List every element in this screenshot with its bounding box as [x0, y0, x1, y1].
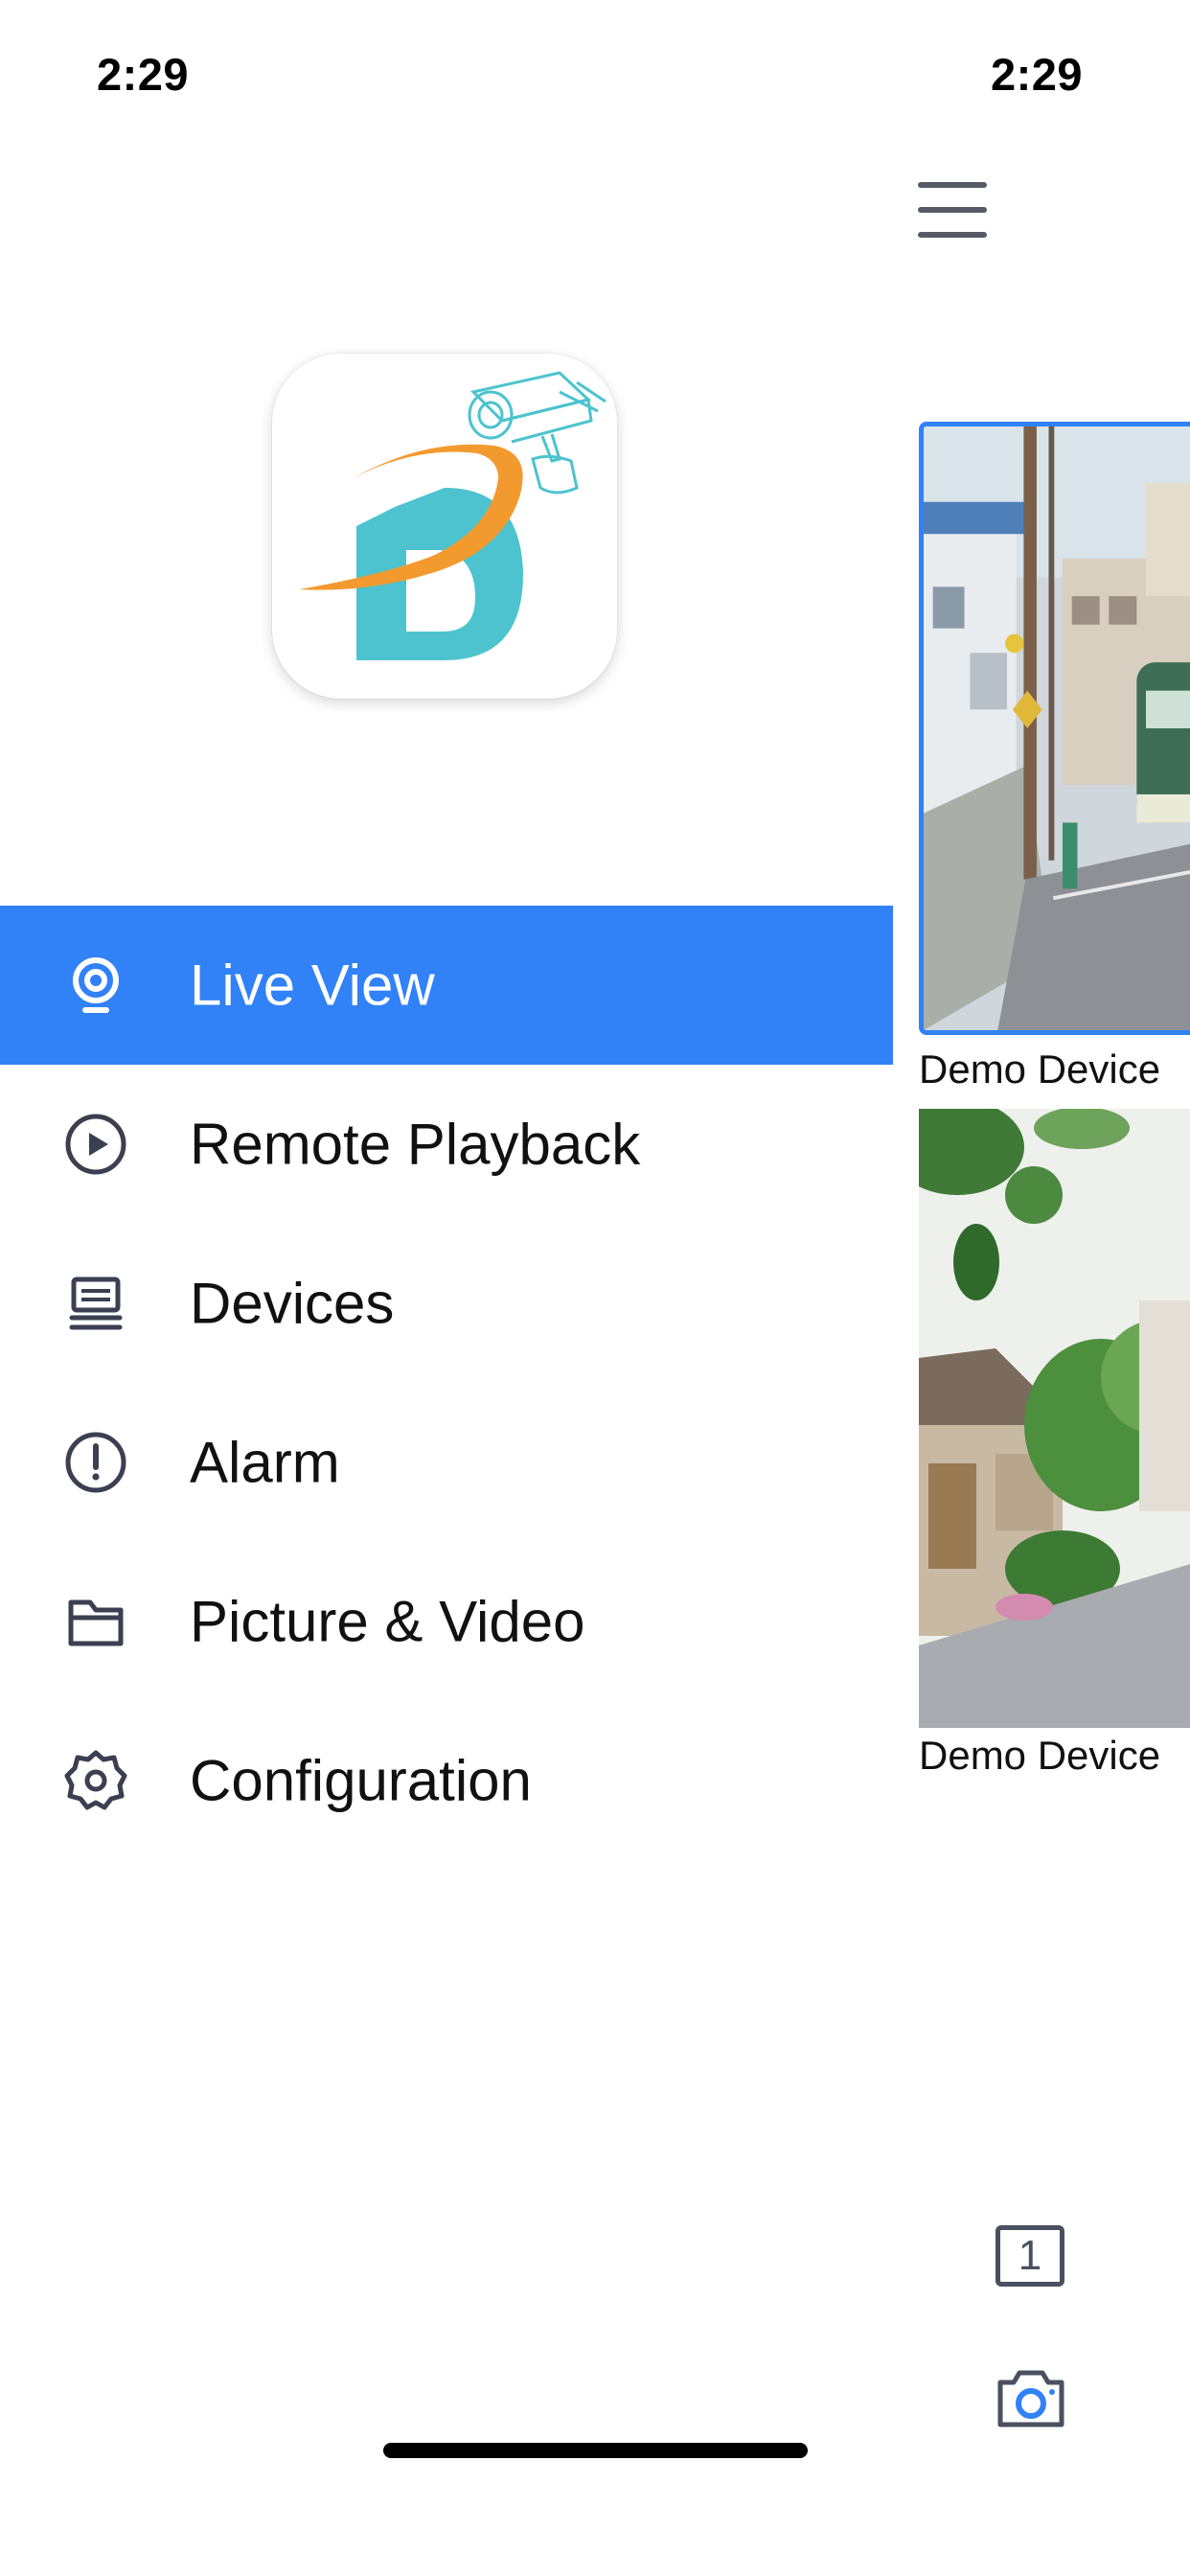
- video-tile[interactable]: [919, 422, 1190, 1035]
- live-view-screen: 2:29 Demo Device Demo Device 1: [893, 0, 1190, 2576]
- status-bar-time: 2:29: [991, 49, 1084, 100]
- video-tile[interactable]: [919, 1109, 1190, 1728]
- menu-item-label: Alarm: [190, 1430, 340, 1495]
- split-view-button[interactable]: 1: [995, 2225, 1064, 2287]
- menu-item-label: Remote Playback: [190, 1112, 641, 1177]
- menu-item-label: Live View: [190, 953, 435, 1018]
- camera-icon[interactable]: [993, 2363, 1069, 2432]
- menu-item-label: Picture & Video: [190, 1589, 585, 1654]
- menu-item-live-view[interactable]: Live View: [0, 906, 893, 1065]
- folder-icon: [62, 1588, 129, 1655]
- drawer-menu: Live View Remote Playback Devices Alarm …: [0, 906, 893, 1860]
- app-logo: [272, 354, 617, 699]
- camera-feed-image: [919, 1109, 1190, 1728]
- home-indicator[interactable]: [383, 2443, 808, 2458]
- alert-circle-icon: [62, 1429, 129, 1496]
- camera-lens-icon: [62, 952, 129, 1019]
- tile-caption: Demo Device: [919, 1733, 1161, 1778]
- menu-item-label: Devices: [190, 1271, 395, 1336]
- tile-caption: Demo Device: [919, 1046, 1161, 1092]
- menu-item-label: Configuration: [190, 1748, 532, 1813]
- status-bar-time: 2:29: [97, 49, 190, 100]
- camera-feed-image: [924, 426, 1190, 1030]
- menu-item-picture-video[interactable]: Picture & Video: [0, 1542, 893, 1701]
- device-icon: [62, 1270, 129, 1337]
- play-circle-icon: [62, 1111, 129, 1178]
- menu-item-configuration[interactable]: Configuration: [0, 1701, 893, 1860]
- menu-item-alarm[interactable]: Alarm: [0, 1383, 893, 1542]
- menu-item-devices[interactable]: Devices: [0, 1224, 893, 1383]
- gear-icon: [62, 1747, 129, 1814]
- hamburger-icon[interactable]: [918, 178, 991, 240]
- menu-item-remote-playback[interactable]: Remote Playback: [0, 1065, 893, 1224]
- navigation-drawer: 2:29 Live View Remote Playback Devices A…: [0, 0, 893, 2576]
- app-logo-icon: [299, 371, 606, 660]
